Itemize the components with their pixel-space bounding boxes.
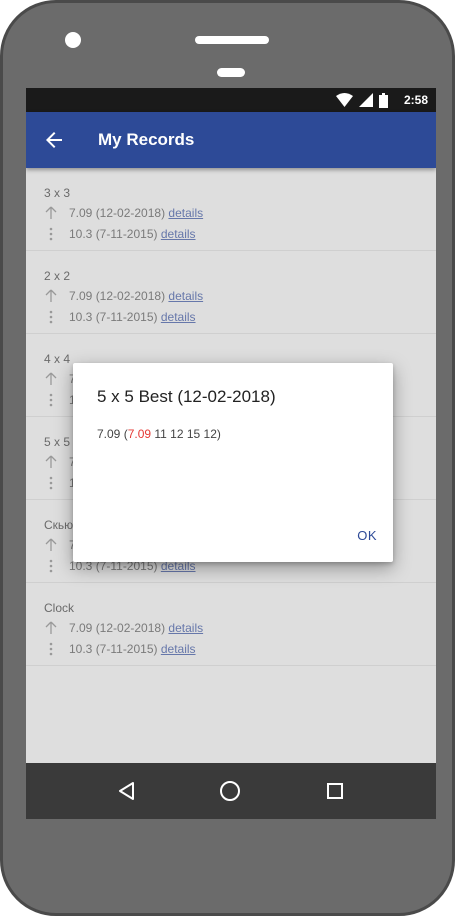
details-link[interactable]: details <box>168 289 203 303</box>
dialog-title: 5 x 5 Best (12-02-2018) <box>97 387 276 406</box>
record-name: 2 x 2 <box>44 269 71 283</box>
dialog-body: 7.09 (7.09 11 12 15 12) <box>97 427 221 441</box>
details-link[interactable]: details <box>161 642 196 656</box>
earpiece-speaker <box>195 36 269 44</box>
record-name: 4 x 4 <box>44 352 71 366</box>
details-link[interactable]: details <box>168 206 203 220</box>
proximity-sensor <box>217 68 245 77</box>
more-vert-icon <box>49 227 53 241</box>
list-item: 3 x 3 7.09 (12-02-2018) details 10.3 (7-… <box>26 168 436 251</box>
list-item: Clock 7.09 (12-02-2018) details 10.3 (7-… <box>26 583 436 666</box>
signal-icon <box>359 93 373 107</box>
wifi-icon <box>336 93 353 107</box>
avg-value: 10.3 (7-11-2015) <box>69 227 158 241</box>
battery-icon <box>379 92 388 108</box>
list-item: 2 x 2 7.09 (12-02-2018) details 10.3 (7-… <box>26 251 436 334</box>
avg-value: 10.3 (7-11-2015) <box>69 642 158 656</box>
record-name: Clock <box>44 601 75 615</box>
arrow-up-icon <box>45 372 57 385</box>
front-camera <box>65 32 81 48</box>
arrow-up-icon <box>45 289 57 302</box>
more-vert-icon <box>49 476 53 490</box>
record-details-dialog: 5 x 5 Best (12-02-2018) 7.09 (7.09 11 12… <box>73 363 393 562</box>
phone-frame: 2:58 My Records 3 x 3 7.09 (12-02-2018) … <box>0 0 455 916</box>
page-title: My Records <box>98 130 195 149</box>
home-circle-icon[interactable] <box>218 779 242 803</box>
dialog-body-rest: 11 12 15 12) <box>151 427 221 441</box>
arrow-up-icon <box>45 206 57 219</box>
screen: 2:58 My Records 3 x 3 7.09 (12-02-2018) … <box>26 88 436 819</box>
arrow-up-icon <box>45 455 57 468</box>
best-value: 7.09 (12-02-2018) <box>69 289 166 303</box>
app-bar: My Records <box>26 112 436 168</box>
more-vert-icon <box>49 393 53 407</box>
record-name: 5 x 5 <box>44 435 71 449</box>
best-value: 7.09 (12-02-2018) <box>69 621 166 635</box>
more-vert-icon <box>49 559 53 573</box>
back-triangle-icon[interactable] <box>115 779 139 803</box>
avg-value: 10.3 (7-11-2015) <box>69 310 158 324</box>
more-vert-icon <box>49 642 53 656</box>
ok-button[interactable]: OK <box>357 528 377 543</box>
nav-bar <box>26 763 436 819</box>
record-name: 3 x 3 <box>44 186 71 200</box>
arrow-up-icon <box>45 621 57 634</box>
dialog-body-prefix: 7.09 ( <box>97 427 128 441</box>
details-link[interactable]: details <box>161 227 196 241</box>
status-icons <box>336 92 388 108</box>
details-link[interactable]: details <box>161 310 196 324</box>
dialog-body-highlight: 7.09 <box>127 427 152 441</box>
arrow-left-icon[interactable] <box>42 128 66 152</box>
arrow-up-icon <box>45 538 57 551</box>
more-vert-icon <box>49 310 53 324</box>
best-value: 7.09 (12-02-2018) <box>69 206 166 220</box>
details-link[interactable]: details <box>168 621 203 635</box>
status-time: 2:58 <box>403 93 428 107</box>
recents-square-icon[interactable] <box>323 779 347 803</box>
status-bar: 2:58 <box>26 88 436 112</box>
